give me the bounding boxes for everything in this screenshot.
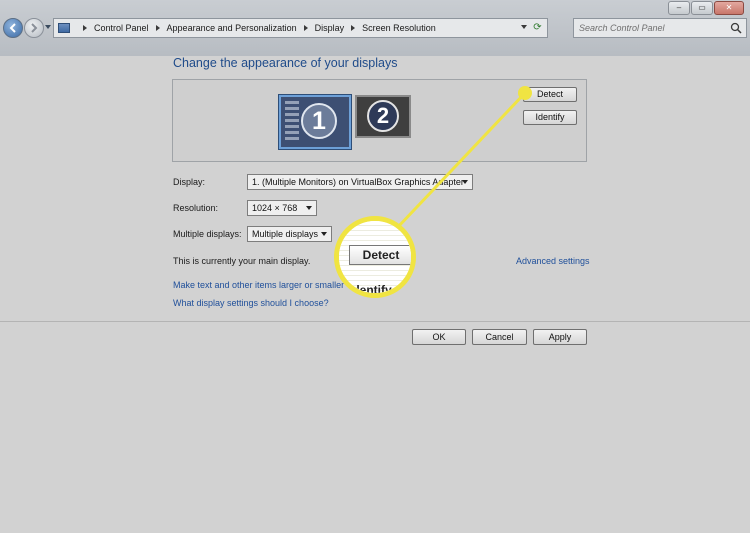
- callout-dot: [518, 86, 532, 100]
- zoom-magnifier: Detect Identify: [334, 216, 416, 298]
- zoomed-detect-button: Detect: [349, 245, 411, 265]
